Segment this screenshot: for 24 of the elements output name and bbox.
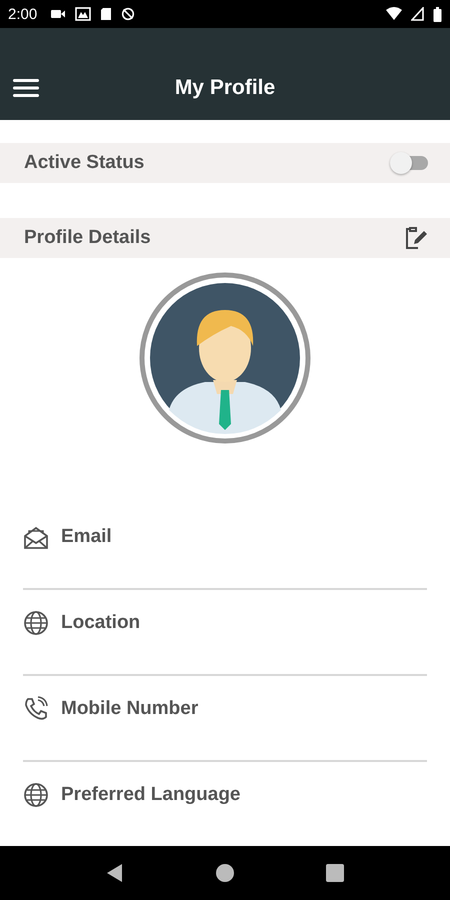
video-camera-icon: [50, 8, 66, 20]
menu-icon[interactable]: [12, 77, 40, 99]
phone-icon: [23, 696, 49, 722]
field-label: Email: [61, 526, 112, 548]
signal-icon: [411, 7, 424, 21]
home-icon[interactable]: [214, 863, 235, 883]
toggle-switch[interactable]: [390, 152, 428, 174]
recents-icon[interactable]: [326, 864, 344, 882]
battery-icon: [433, 6, 442, 22]
wifi-icon: [386, 7, 402, 21]
section-label: Profile Details: [24, 227, 151, 249]
envelope-icon: [23, 524, 49, 550]
section-label: Active Status: [24, 152, 144, 174]
screen-title: My Profile: [174, 76, 276, 100]
back-icon[interactable]: [106, 863, 124, 883]
globe-icon: [23, 782, 49, 808]
image-icon: [75, 7, 92, 21]
field-label: Location: [61, 612, 140, 634]
sync-disabled-icon: [121, 7, 136, 21]
sd-card-icon: [100, 7, 112, 21]
field-label: Mobile Number: [61, 698, 198, 720]
status-time: 2:00: [8, 6, 38, 22]
field-label: Preferred Language: [61, 784, 240, 806]
globe-icon: [23, 610, 49, 636]
